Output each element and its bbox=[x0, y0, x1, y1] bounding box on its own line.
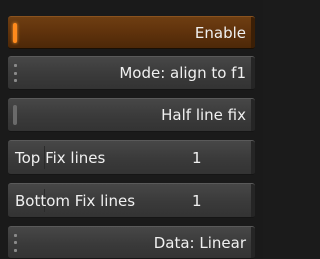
half-line-fix-label: Half line fix bbox=[161, 106, 246, 124]
button-edge bbox=[251, 184, 255, 217]
button-edge bbox=[251, 99, 255, 131]
data-selector-button[interactable]: Data: Linear bbox=[8, 226, 255, 259]
drag-handle-icon bbox=[13, 64, 17, 82]
button-edge bbox=[251, 57, 255, 89]
mode-selector-button[interactable]: Mode: align to f1 bbox=[8, 56, 255, 90]
bottom-fix-lines-label: Bottom Fix lines bbox=[15, 191, 136, 210]
half-line-fix-toggle-button[interactable]: Half line fix bbox=[8, 98, 255, 132]
button-edge bbox=[251, 141, 255, 174]
bottom-fix-lines-value[interactable]: 1 bbox=[192, 184, 202, 217]
settings-panel: Enable Mode: align to f1 Half line fix T… bbox=[0, 0, 263, 259]
top-fix-lines-value[interactable]: 1 bbox=[192, 141, 202, 174]
button-edge bbox=[251, 227, 255, 258]
enable-indicator-light bbox=[13, 22, 17, 43]
button-edge bbox=[251, 17, 255, 48]
mode-label: Mode: align to f1 bbox=[119, 64, 246, 82]
enable-toggle-button[interactable]: Enable bbox=[8, 16, 255, 49]
half-line-fix-indicator-light bbox=[13, 105, 17, 125]
enable-label: Enable bbox=[194, 23, 246, 42]
bottom-fix-lines-field[interactable]: Bottom Fix lines 1 bbox=[8, 183, 255, 218]
data-label: Data: Linear bbox=[153, 233, 246, 252]
top-fix-lines-field[interactable]: Top Fix lines 1 bbox=[8, 140, 255, 175]
top-fix-lines-label: Top Fix lines bbox=[15, 148, 106, 167]
drag-handle-icon bbox=[13, 233, 17, 252]
